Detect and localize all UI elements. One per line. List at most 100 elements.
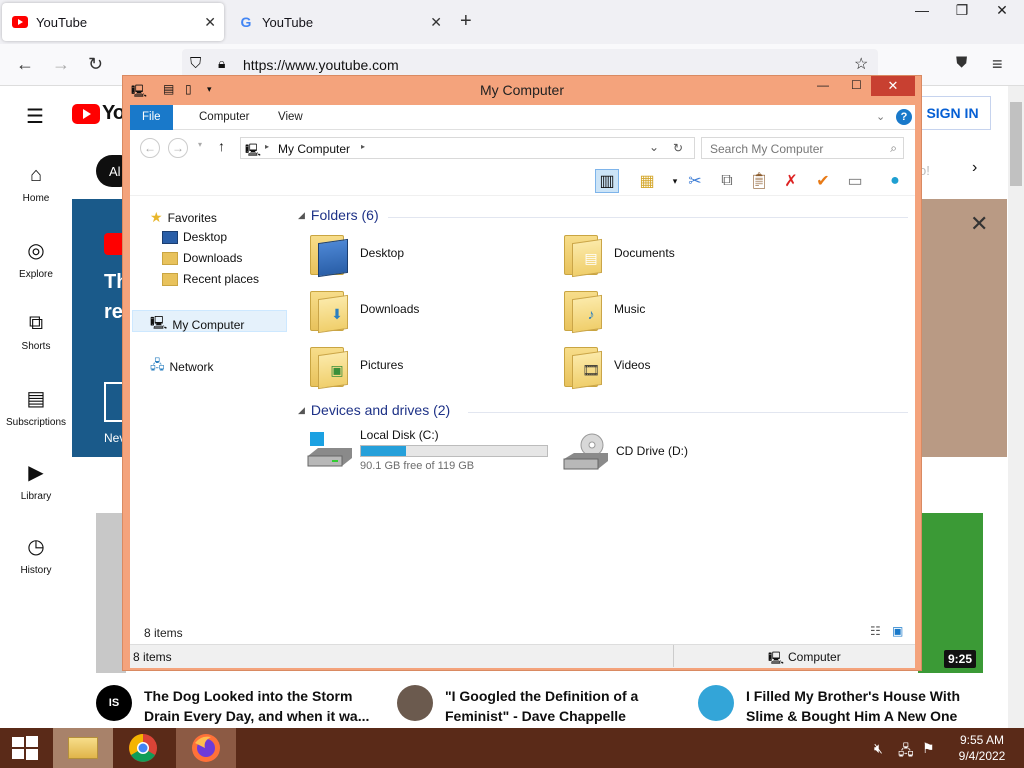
sign-in-button[interactable]: SIGN IN <box>914 96 991 130</box>
firefox-icon <box>192 734 220 762</box>
minimize-icon[interactable]: — <box>902 0 942 22</box>
sidebar-item-subscriptions[interactable]: ▤ Subscriptions <box>0 386 72 428</box>
channel-avatar[interactable] <box>397 685 433 721</box>
forward-arrow-icon[interactable]: → <box>52 54 70 75</box>
youtube-logo[interactable]: Yo <box>72 102 125 125</box>
large-icons-view-icon[interactable]: ▣ <box>892 624 903 638</box>
new-tab-plus-icon[interactable]: + <box>460 10 472 33</box>
video-thumbnail[interactable] <box>918 513 983 673</box>
paste-icon[interactable]: 📋︎ <box>747 169 771 193</box>
video-title[interactable]: "I Googled the Definition of a Feminist" … <box>445 686 638 726</box>
checkmark-icon[interactable]: ✔ <box>811 169 835 193</box>
up-arrow-icon[interactable]: ↑ <box>218 138 225 154</box>
folder-desktop[interactable]: Desktop <box>310 231 404 278</box>
ribbon-tab-file[interactable]: File <box>130 105 173 130</box>
windows-logo-icon <box>12 736 38 760</box>
bookmark-star-icon[interactable]: ☆ <box>854 54 868 74</box>
maximize-icon[interactable]: ☐ <box>851 78 862 92</box>
recent-locations-icon[interactable]: ▾ <box>198 140 202 149</box>
copy-icon[interactable]: ⧉ <box>715 169 739 193</box>
scrollbar-thumb[interactable] <box>1010 102 1022 186</box>
ribbon-tab-view[interactable]: View <box>266 105 315 130</box>
taskbar-file-explorer[interactable] <box>53 728 113 768</box>
folders-group-header[interactable]: ◢ Folders (6) <box>298 207 379 223</box>
group-divider <box>388 217 908 218</box>
video-title[interactable]: I Filled My Brother's House With Slime & … <box>746 686 960 726</box>
start-button[interactable] <box>0 728 50 768</box>
channel-avatar[interactable]: IS <box>96 685 132 721</box>
sidebar-item-explore[interactable]: ◎ Explore <box>0 238 72 280</box>
chevron-right-icon[interactable]: ▸ <box>361 142 365 151</box>
folder-downloads[interactable]: ⬇ Downloads <box>310 287 419 334</box>
ribbon-tab-computer[interactable]: Computer <box>187 105 262 130</box>
browser-tab-youtube-2[interactable]: G YouTube ✕ <box>228 3 450 41</box>
menu-hamburger-icon[interactable]: ≡ <box>992 54 1003 75</box>
items-count: 8 items <box>144 626 183 640</box>
drive-cd-d[interactable]: CD Drive (D:) <box>562 431 688 471</box>
chevron-right-icon[interactable]: › <box>972 159 977 177</box>
ribbon-expand-chevron-icon[interactable]: ⌄ <box>876 110 885 123</box>
collapse-triangle-icon[interactable]: ◢ <box>298 210 305 221</box>
tab-close-icon[interactable]: ✕ <box>204 14 216 31</box>
collapse-triangle-icon[interactable]: ◢ <box>298 405 305 416</box>
refresh-icon[interactable]: ↻ <box>673 141 683 155</box>
rename-icon[interactable]: ▭ <box>843 169 867 193</box>
nav-favorites-desktop[interactable]: Desktop <box>162 230 227 244</box>
forward-arrow-icon[interactable]: → <box>168 138 188 158</box>
minimize-icon[interactable]: — <box>817 78 829 92</box>
sidebar-item-shorts[interactable]: ⧉ Shorts <box>0 312 72 352</box>
preview-pane-icon[interactable]: ▥ <box>595 169 619 193</box>
volume-muted-icon[interactable]: 🔇︎ <box>874 740 883 757</box>
network-status-icon[interactable]: 🖧 <box>898 740 914 764</box>
details-view-icon[interactable]: ☷ <box>870 624 881 638</box>
explorer-titlebar[interactable]: 🖳 ▤ ▯ ▾ My Computer — ☐ ✕ <box>123 76 921 104</box>
shield-icon[interactable]: ⛉ <box>190 55 201 72</box>
tab-close-icon[interactable]: ✕ <box>430 14 442 31</box>
taskbar-clock[interactable]: 9:55 AM 9/4/2022 <box>950 732 1014 764</box>
address-bar[interactable]: 🖳 ▸ My Computer ▸ ⌄ ↻ <box>240 137 695 159</box>
search-input[interactable]: Search My Computer ⌕ <box>701 137 904 159</box>
sidebar-item-library[interactable]: ▶ Library <box>0 460 72 502</box>
close-banner-icon[interactable]: ✕ <box>970 211 988 237</box>
action-center-icon[interactable]: ⚑ <box>922 740 935 757</box>
close-window-icon[interactable]: ✕ <box>982 0 1022 22</box>
nav-favorites[interactable]: ★ Favorites <box>150 209 217 226</box>
sidebar-item-home[interactable]: ⌂ Home <box>0 164 72 204</box>
tab-label: YouTube <box>36 14 88 30</box>
help-icon[interactable]: ? <box>896 109 912 125</box>
properties-check-icon[interactable]: ▦ <box>635 169 659 193</box>
video-title[interactable]: The Dog Looked into the Storm Drain Every… <box>144 686 369 726</box>
nav-favorites-recent-places[interactable]: Recent places <box>162 272 259 286</box>
restore-icon[interactable]: ❐ <box>942 0 982 22</box>
delete-icon[interactable]: ✗ <box>779 169 803 193</box>
folder-music[interactable]: ♪ Music <box>564 287 645 334</box>
banner-button-partial[interactable] <box>104 382 124 422</box>
channel-avatar[interactable] <box>698 685 734 721</box>
nav-favorites-downloads[interactable]: Downloads <box>162 251 242 265</box>
browser-tab-youtube-1[interactable]: YouTube ✕ <box>2 3 224 41</box>
chevron-down-icon[interactable]: ⌄ <box>649 140 659 154</box>
devices-group-header[interactable]: ◢ Devices and drives (2) <box>298 402 450 418</box>
back-arrow-icon[interactable]: ← <box>140 138 160 158</box>
folder-documents[interactable]: ▤ Documents <box>564 231 675 278</box>
page-scrollbar[interactable] <box>1008 86 1024 728</box>
reload-icon[interactable]: ↻ <box>88 54 103 75</box>
pocket-icon[interactable]: ⛊ <box>956 54 967 71</box>
nav-my-computer[interactable]: 🖳 My Computer <box>150 314 244 336</box>
documents-folder-icon: ▤ <box>564 231 604 278</box>
close-icon[interactable]: ✕ <box>871 76 915 96</box>
back-arrow-icon[interactable]: ← <box>16 54 34 75</box>
folder-videos[interactable]: 🎞︎ Videos <box>564 343 650 390</box>
drive-local-disk-c[interactable]: Local Disk (C:) 90.1 GB free of 119 GB <box>306 428 548 472</box>
globe-icon[interactable]: ● <box>883 169 907 193</box>
taskbar-firefox[interactable] <box>176 728 236 768</box>
lock-icon[interactable]: 🔒︎ <box>218 55 225 72</box>
nav-network[interactable]: 🖧 Network <box>150 356 214 378</box>
sidebar-item-history[interactable]: ◷ History <box>0 534 72 576</box>
chevron-right-icon[interactable]: ▸ <box>265 142 269 151</box>
folder-pictures[interactable]: ▣ Pictures <box>310 343 403 390</box>
taskbar-chrome[interactable] <box>113 728 173 768</box>
url-text[interactable]: https://www.youtube.com <box>243 57 399 73</box>
menu-hamburger-icon[interactable]: ☰ <box>26 104 44 129</box>
cut-icon[interactable]: ✂ <box>683 169 707 193</box>
